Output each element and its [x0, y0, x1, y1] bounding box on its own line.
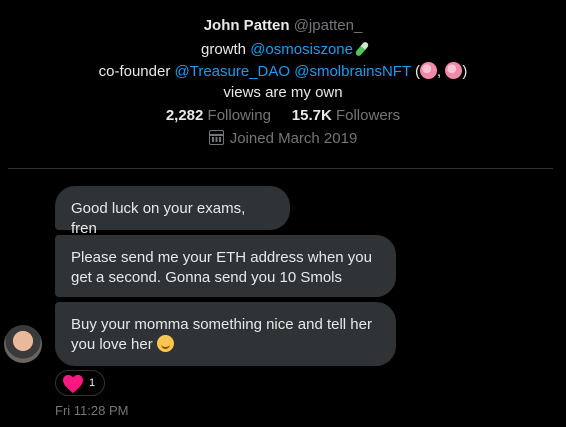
joined-line: Joined March 2019	[0, 129, 566, 149]
smolbrains-link[interactable]: @smolbrainsNFT	[294, 63, 411, 80]
followers-count: 15.7K	[291, 107, 332, 124]
divider	[8, 168, 553, 169]
follow-stats: 2,282 Following 15.7K Followers	[0, 106, 566, 126]
message-bubble[interactable]: Buy your momma something nice and tell h…	[55, 302, 396, 366]
smiling-face-icon	[156, 335, 174, 352]
profile-handle[interactable]: @jpatten_	[294, 17, 363, 34]
profile-header: John Patten @jpatten_ growth @osmosiszon…	[0, 0, 566, 168]
avatar[interactable]	[4, 325, 42, 363]
joined-date: Joined March 2019	[229, 130, 358, 147]
message-text: Good luck on your exams, fren	[71, 200, 246, 237]
brain-icon	[420, 62, 438, 79]
profile-name[interactable]: John Patten	[204, 17, 290, 34]
bio-line-3: views are my own	[223, 84, 343, 101]
heart-icon	[63, 374, 83, 394]
reaction-count: 1	[89, 377, 96, 389]
treasure-dao-link[interactable]: @Treasure_DAO	[175, 63, 291, 80]
profile-name-line: John Patten @jpatten_	[0, 16, 566, 36]
bio-line-2: co-founder @Treasure_DAO @smolbrainsNFT …	[0, 62, 566, 82]
brain-icon	[445, 62, 463, 79]
osmosiszone-link[interactable]: @osmosiszone	[250, 41, 353, 58]
calendar-icon	[208, 130, 224, 145]
message-text: Please send me your ETH address when you…	[71, 249, 372, 286]
following-link[interactable]: 2,282 Following	[166, 107, 271, 124]
bio-paren-open: (	[410, 63, 421, 80]
followers-link[interactable]: 15.7K Followers	[292, 107, 400, 124]
bio-text: co-founder	[98, 63, 175, 80]
test-tube-icon	[354, 40, 370, 58]
message-bubble[interactable]: Good luck on your exams, fren	[55, 186, 290, 237]
bio-paren-close: )	[462, 63, 468, 80]
followers-label: Followers	[335, 107, 401, 124]
message-timestamp: Fri 11:28 PM	[55, 403, 129, 418]
following-count: 2,282	[165, 107, 204, 124]
message-text: Buy your momma something nice and tell h…	[71, 316, 372, 353]
bio-line-1: growth @osmosiszone	[0, 40, 566, 60]
bio-separator: ,	[437, 63, 446, 80]
message-bubble[interactable]: Please send me your ETH address when you…	[55, 235, 396, 297]
following-label: Following	[207, 107, 271, 124]
reaction-badge[interactable]: 1	[55, 370, 105, 396]
bio-text: growth	[201, 41, 251, 58]
